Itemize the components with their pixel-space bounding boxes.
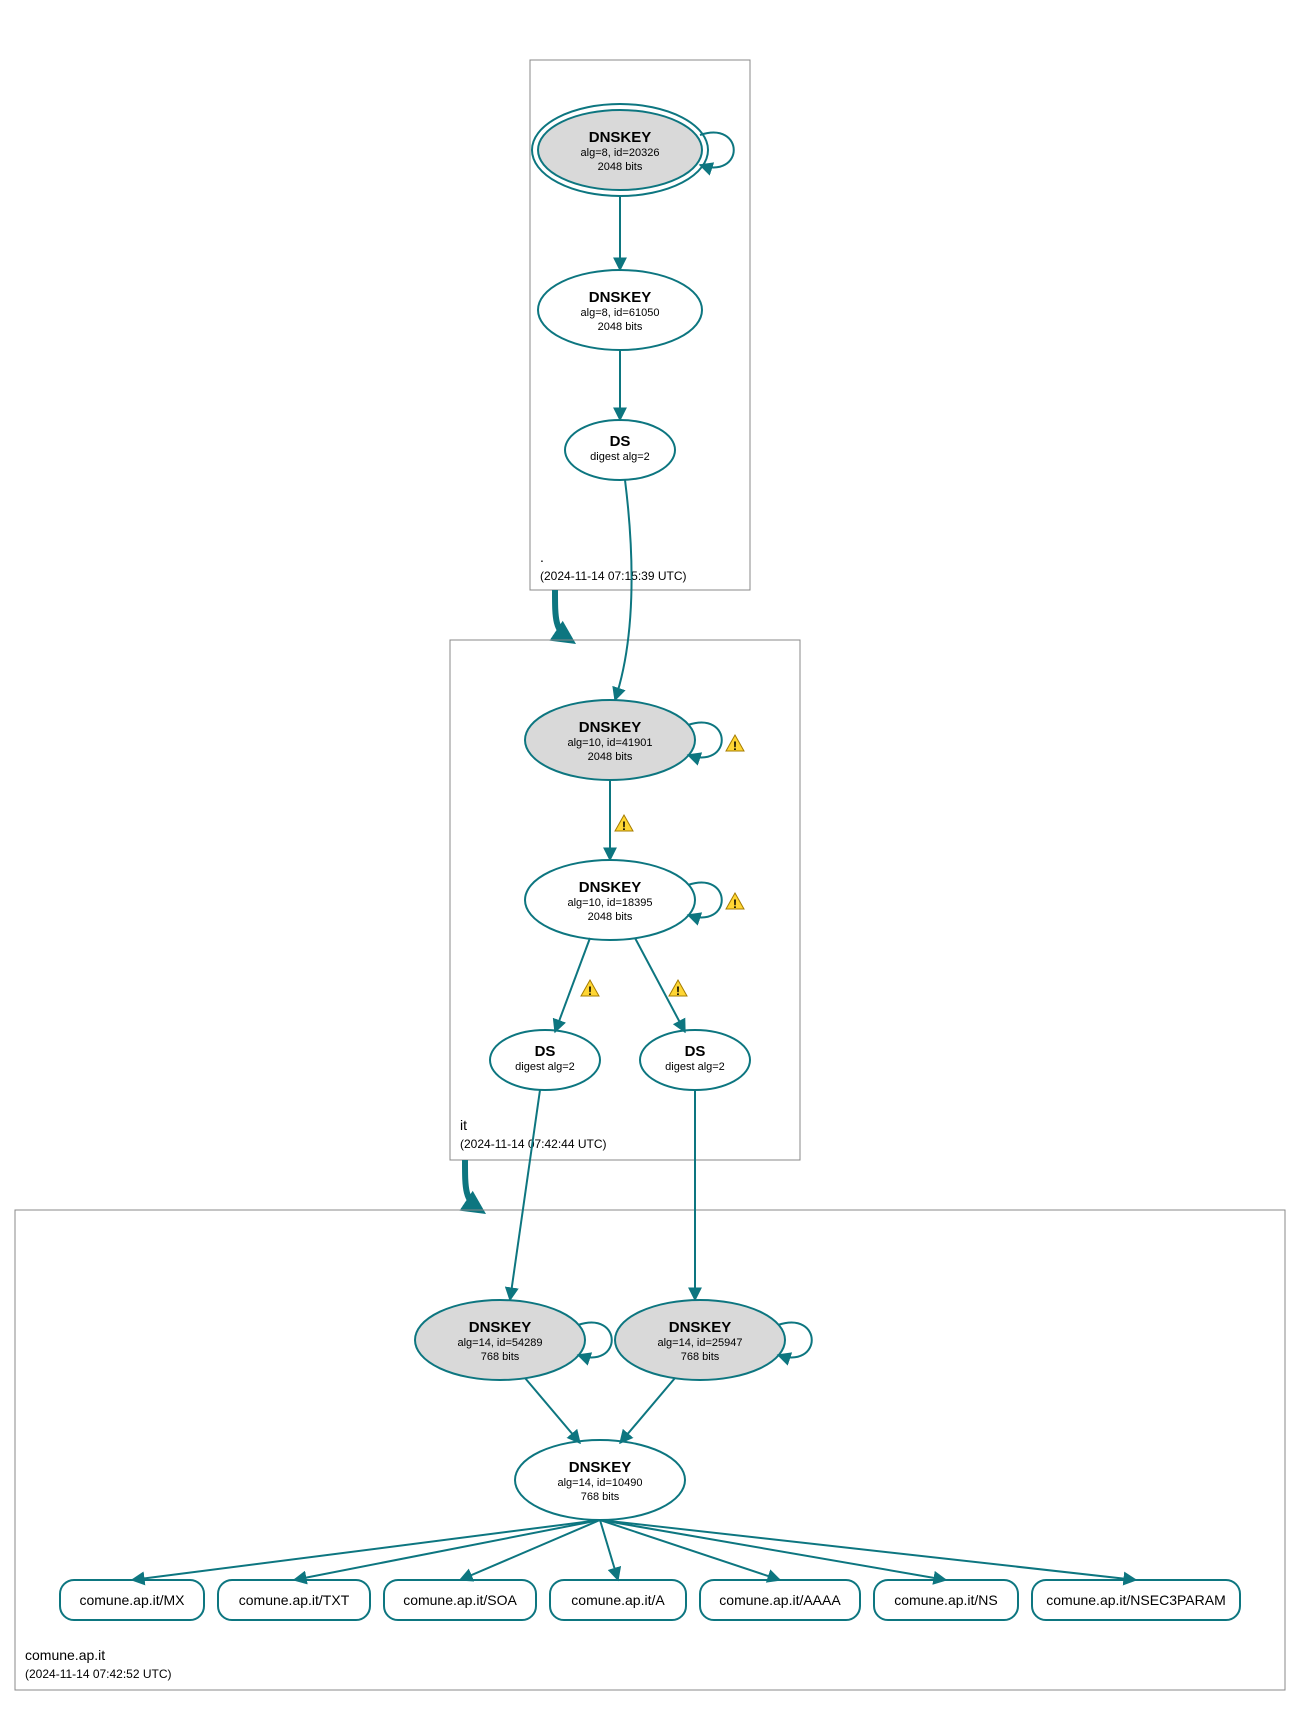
rrset-label: comune.ap.it/NSEC3PARAM	[1046, 1592, 1225, 1608]
node-root-ds-line1: digest alg=2	[590, 451, 650, 463]
rrset-label: comune.ap.it/TXT	[239, 1592, 350, 1608]
node-it-ksk-title: DNSKEY	[579, 719, 642, 736]
node-root-ksk[interactable]: DNSKEY alg=8, id=20326 2048 bits	[532, 104, 708, 196]
node-it-ds2-title: DS	[685, 1043, 706, 1060]
node-root-zsk-line2: 2048 bits	[598, 321, 643, 333]
zone-leaf-timestamp: (2024-11-14 07:42:52 UTC)	[25, 1667, 172, 1681]
svg-text:!: !	[733, 897, 737, 911]
edge-zsk-to-rrset	[600, 1520, 618, 1580]
rrset-label: comune.ap.it/NS	[894, 1592, 998, 1608]
warning-icon: !	[726, 893, 744, 911]
warning-icon: !	[615, 815, 633, 833]
node-it-zsk-line1: alg=10, id=18395	[567, 897, 652, 909]
node-it-ksk-line1: alg=10, id=41901	[567, 737, 652, 749]
node-it-ds2-line1: digest alg=2	[665, 1061, 725, 1073]
node-leaf-ksk2-line1: alg=14, id=25947	[657, 1337, 742, 1349]
node-leaf-ksk2-title: DNSKEY	[669, 1319, 732, 1336]
node-leaf-ksk-1[interactable]: DNSKEY alg=14, id=54289 768 bits	[415, 1300, 585, 1380]
node-it-ksk-line2: 2048 bits	[588, 751, 633, 763]
svg-text:!: !	[622, 819, 626, 833]
edge-zsk-to-rrset	[600, 1520, 1136, 1580]
rrset-label: comune.ap.it/A	[571, 1592, 665, 1608]
warning-icon: !	[669, 980, 687, 998]
node-leaf-ksk1-line1: alg=14, id=54289	[457, 1337, 542, 1349]
node-leaf-zsk-line1: alg=14, id=10490	[557, 1477, 642, 1489]
edge-it-zsk-to-ds1	[555, 938, 590, 1032]
edge-zsk-to-rrset	[600, 1520, 946, 1580]
node-leaf-zsk-title: DNSKEY	[569, 1459, 632, 1476]
node-root-zsk-line1: alg=8, id=61050	[581, 307, 660, 319]
edge-it-ds1-to-leaf-ksk1	[510, 1090, 540, 1300]
edge-leaf-ksk2-to-zsk	[620, 1378, 675, 1443]
node-root-ds-title: DS	[610, 433, 631, 450]
rrset-label: comune.ap.it/MX	[79, 1592, 185, 1608]
node-leaf-zsk[interactable]: DNSKEY alg=14, id=10490 768 bits	[515, 1440, 685, 1520]
edge-zsk-to-rrset	[294, 1520, 600, 1580]
zone-root-timestamp: (2024-11-14 07:15:39 UTC)	[540, 569, 687, 583]
node-leaf-ksk1-line2: 768 bits	[481, 1351, 520, 1363]
edge-leaf-ksk1-to-zsk	[525, 1378, 580, 1443]
svg-text:!: !	[676, 984, 680, 998]
node-root-ds[interactable]: DS digest alg=2	[565, 420, 675, 480]
svg-text:!: !	[588, 984, 592, 998]
zone-leaf-label: comune.ap.it	[25, 1647, 105, 1663]
node-it-ds1-title: DS	[535, 1043, 556, 1060]
warning-icon: !	[726, 735, 744, 753]
node-leaf-zsk-line2: 768 bits	[581, 1491, 620, 1503]
node-it-zsk-line2: 2048 bits	[588, 911, 633, 923]
node-root-ksk-line2: 2048 bits	[598, 161, 643, 173]
node-it-zsk[interactable]: DNSKEY alg=10, id=18395 2048 bits	[525, 860, 695, 940]
zone-root-label: .	[540, 549, 544, 565]
node-root-ksk-title: DNSKEY	[589, 129, 652, 146]
node-root-zsk-title: DNSKEY	[589, 289, 652, 306]
node-leaf-ksk2-line2: 768 bits	[681, 1351, 720, 1363]
node-leaf-ksk-2[interactable]: DNSKEY alg=14, id=25947 768 bits	[615, 1300, 785, 1380]
rrset-label: comune.ap.it/AAAA	[719, 1592, 841, 1608]
node-it-zsk-title: DNSKEY	[579, 879, 642, 896]
edge-zone-root-to-it	[555, 590, 570, 640]
warning-icon: !	[581, 980, 599, 998]
node-it-ds1-line1: digest alg=2	[515, 1061, 575, 1073]
node-it-ds-1[interactable]: DS digest alg=2	[490, 1030, 600, 1090]
rrset-label: comune.ap.it/SOA	[403, 1592, 517, 1608]
node-root-zsk[interactable]: DNSKEY alg=8, id=61050 2048 bits	[538, 270, 702, 350]
svg-text:!: !	[733, 739, 737, 753]
zone-it-label: it	[460, 1117, 467, 1133]
node-root-ksk-line1: alg=8, id=20326	[581, 147, 660, 159]
edge-zone-it-to-leaf	[465, 1160, 480, 1210]
node-it-ds-2[interactable]: DS digest alg=2	[640, 1030, 750, 1090]
edge-zsk-to-rrset	[600, 1520, 780, 1580]
node-leaf-ksk1-title: DNSKEY	[469, 1319, 532, 1336]
node-it-ksk[interactable]: DNSKEY alg=10, id=41901 2048 bits	[525, 700, 695, 780]
